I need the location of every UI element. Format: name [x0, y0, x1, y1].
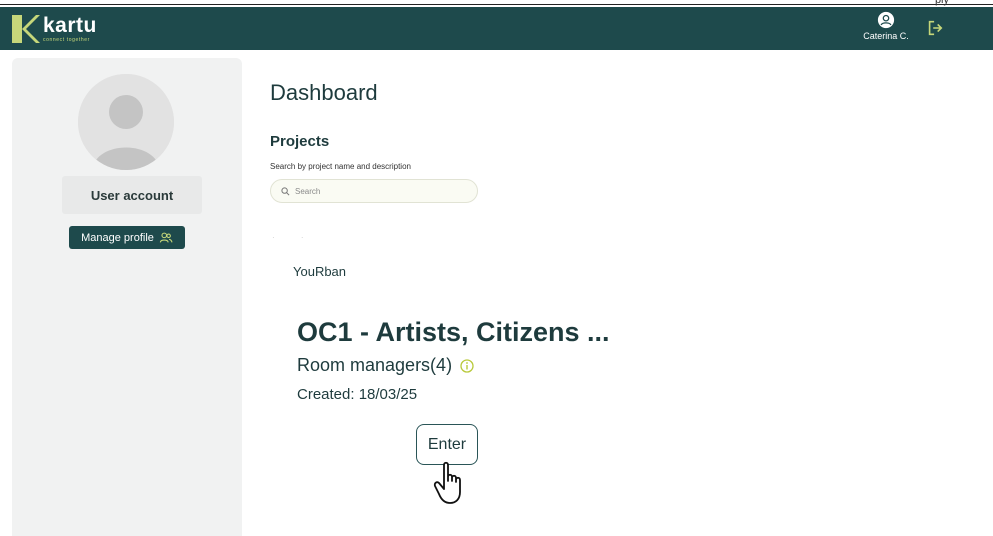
project-title: OC1 - Artists, Citizens ... — [297, 317, 610, 347]
logo-tagline: connect together — [43, 37, 90, 43]
search-label: Search by project name and description — [270, 162, 411, 171]
logo-name: kartu — [43, 14, 97, 37]
project-created-date: Created: 18/03/25 — [297, 386, 418, 403]
users-icon — [159, 232, 173, 243]
project-organization: YouRban — [293, 264, 347, 279]
logout-icon[interactable] — [926, 19, 944, 37]
info-icon[interactable] — [460, 358, 474, 373]
avatar — [78, 74, 174, 170]
hand-cursor-icon — [433, 461, 461, 504]
projects-heading: Projects — [270, 133, 330, 150]
top-border-line — [0, 4, 993, 5]
user-circle-icon — [877, 11, 895, 29]
manage-profile-button[interactable]: Manage profile — [69, 226, 185, 249]
sidebar: User account Manage profile — [12, 58, 242, 536]
logo-k-icon — [12, 15, 40, 43]
room-managers-label: Room managers(4) — [297, 355, 453, 375]
default-avatar-icon — [78, 74, 174, 170]
search-input[interactable] — [295, 186, 465, 196]
partial-text: ply — [934, 0, 949, 6]
kartu-logo[interactable]: kartu connect together — [10, 13, 97, 45]
search-icon — [281, 186, 290, 195]
manage-profile-label: Manage profile — [81, 231, 154, 244]
top-header: kartu connect together Caterina C. — [0, 7, 993, 50]
room-managers: Room managers(4) — [297, 355, 474, 376]
faint-dots: · · — [272, 233, 316, 242]
user-name: Caterina C. — [863, 31, 909, 41]
search-box[interactable] — [270, 179, 478, 203]
page-title: Dashboard — [270, 80, 378, 105]
user-menu[interactable]: Caterina C. — [858, 11, 914, 41]
user-account-label: User account — [62, 176, 202, 214]
